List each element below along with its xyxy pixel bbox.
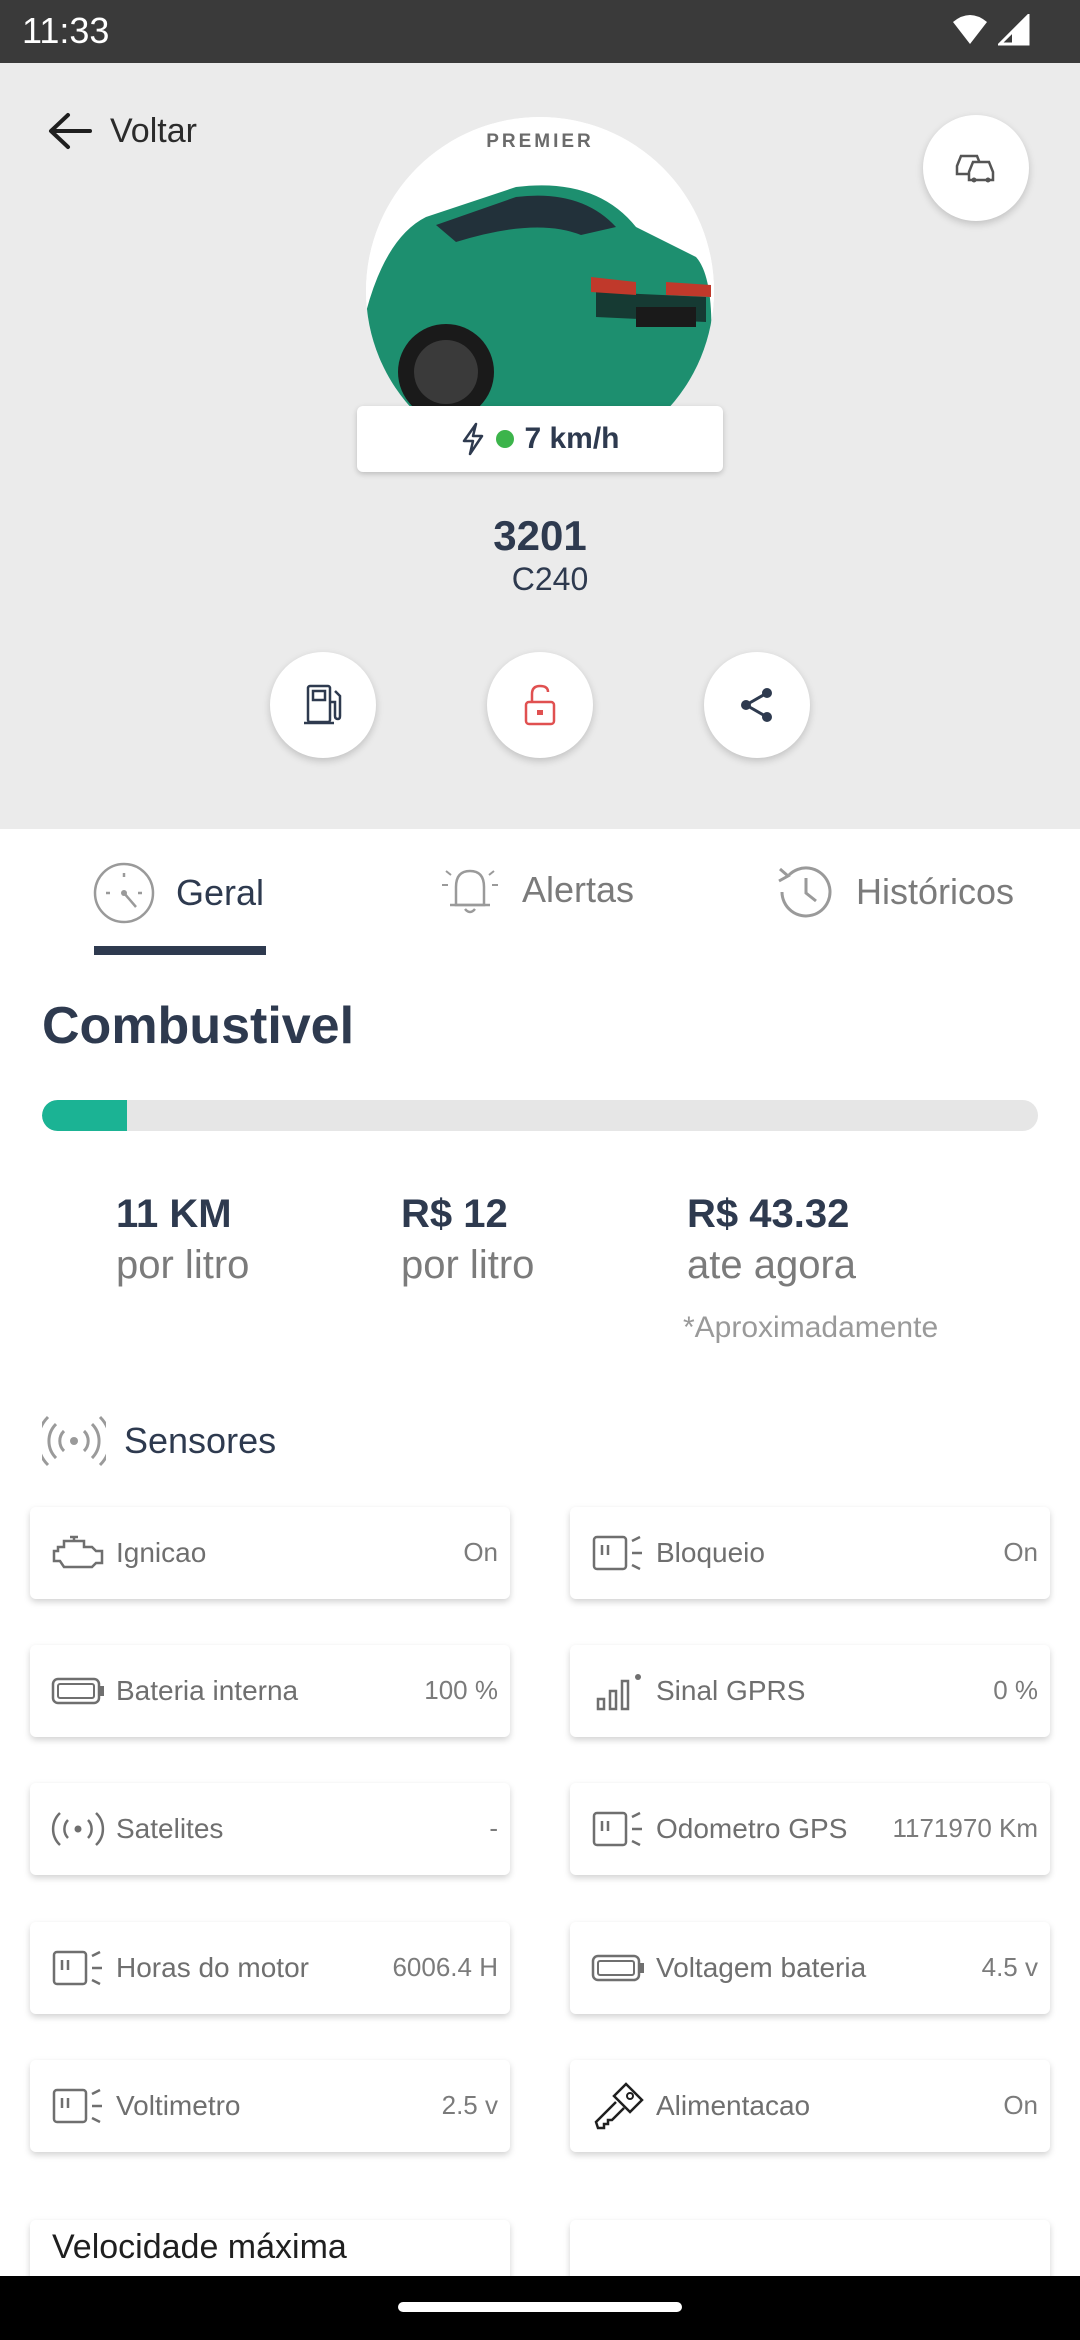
sensor-label: Satelites [116, 1813, 224, 1844]
satellite-icon [50, 1807, 106, 1851]
sensor-card-bloqueio[interactable]: Bloqueio On [570, 1507, 1050, 1599]
share-icon [741, 688, 772, 722]
sensor-label: Odometro GPS [656, 1813, 848, 1844]
stat-value: 11 KM [116, 1192, 232, 1236]
signal-bars-icon [590, 1669, 646, 1713]
fuel-level-bar [42, 1100, 1038, 1131]
unlock-button[interactable] [487, 652, 593, 758]
fleet-button[interactable] [923, 115, 1029, 221]
sensor-value: 0 % [993, 1675, 1038, 1705]
brand-logo-text: PREMIER [486, 131, 594, 152]
gauge-icon [93, 862, 155, 924]
sensor-value: 6006.4 H [392, 1952, 498, 1982]
broadcast-icon [42, 1415, 106, 1467]
sensor-card-satelites[interactable]: Satelites - [30, 1783, 510, 1875]
headlight-icon [590, 1807, 646, 1851]
sensor-label: Alimentacao [656, 2090, 811, 2121]
history-icon [778, 866, 832, 918]
sensor-value: 2.5 v [441, 2090, 498, 2120]
headlight-icon [590, 1531, 646, 1575]
max-speed-title: Velocidade máxima [52, 2228, 347, 2266]
sensor-value: - [489, 1813, 498, 1843]
arrow-left-icon [49, 113, 92, 149]
tab-geral[interactable]: Geral [92, 861, 264, 925]
stat-label: por litro [116, 1243, 250, 1287]
battery-icon [590, 1946, 646, 1990]
stat-km-per-liter: 11 KM por litro [116, 1192, 249, 1288]
sensor-card-voltimetro[interactable]: Voltimetro 2.5 v [30, 2060, 510, 2152]
back-label: Voltar [110, 111, 197, 150]
sensor-card-odometro-gps[interactable]: Odometro GPS 1171970 Km [570, 1783, 1050, 1875]
tab-historicos[interactable]: Históricos [772, 861, 1014, 923]
sensor-card-sinal-gprs[interactable]: Sinal GPRS 0 % [570, 1645, 1050, 1737]
sensor-label: Horas do motor [116, 1952, 309, 1983]
unlock-icon [524, 684, 556, 726]
sensors-header: Sensores [42, 1415, 276, 1467]
sensor-value: 4.5 v [981, 1952, 1038, 1982]
fuel-pump-icon [304, 684, 342, 725]
status-time: 11:33 [22, 10, 110, 51]
speed-value: 7 km/h [524, 422, 620, 455]
tab-alertas[interactable]: Alertas [438, 861, 634, 919]
online-status-dot [496, 430, 515, 448]
stat-value: R$ 12 [401, 1192, 508, 1236]
stat-label: ate agora [687, 1243, 857, 1287]
sensor-label: Ignicao [116, 1537, 207, 1568]
fuel-level-fill [42, 1100, 127, 1131]
sensor-label: Voltagem bateria [656, 1952, 867, 1983]
sensor-card-ignicao[interactable]: Ignicao On [30, 1507, 510, 1599]
tab-alertas-label: Alertas [522, 869, 635, 910]
sensor-label: Bloqueio [656, 1537, 765, 1568]
status-bar: 11:33 [0, 0, 1080, 63]
battery-icon [50, 1669, 106, 1713]
sensor-value: On [463, 1537, 498, 1567]
sensor-card-voltagem-bateria[interactable]: Voltagem bateria 4.5 v [570, 1922, 1050, 2014]
tab-geral-label: Geral [176, 872, 265, 913]
stat-label: por litro [401, 1243, 535, 1287]
sensor-card-alimentacao[interactable]: Alimentacao On [570, 2060, 1050, 2152]
stat-total-cost: R$ 43.32 ate agora [687, 1192, 856, 1288]
bell-icon [442, 869, 498, 914]
status-icons [952, 14, 1030, 46]
sensor-value: 100 % [424, 1675, 498, 1705]
sensor-card-bateria-interna[interactable]: Bateria interna 100 % [30, 1645, 510, 1737]
share-button[interactable] [704, 652, 810, 758]
wifi-icon [953, 15, 987, 44]
fuel-title: Combustivel [42, 997, 355, 1055]
sensor-value: On [1003, 1537, 1038, 1567]
sensor-label: Bateria interna [116, 1675, 299, 1706]
lightning-icon [463, 422, 484, 456]
speed-indicator: 7 km/h [357, 406, 723, 472]
home-gesture-handle[interactable] [398, 2302, 682, 2312]
active-tab-indicator [94, 946, 266, 955]
sensors-title: Sensores [124, 1420, 277, 1461]
vehicle-model: C240 [511, 561, 589, 597]
tab-historicos-label: Históricos [856, 871, 1015, 912]
fuel-button[interactable] [270, 652, 376, 758]
sensor-value: 1171970 Km [892, 1813, 1038, 1843]
stat-value: R$ 43.32 [687, 1192, 850, 1236]
cell-signal-icon [998, 14, 1030, 46]
key-icon [590, 2082, 646, 2130]
tab-bar: Geral Alertas Históricos [0, 829, 1080, 957]
engine-icon [50, 1531, 106, 1575]
cars-icon [955, 154, 995, 183]
sensor-label: Sinal GPRS [656, 1675, 806, 1706]
approximation-note: *Aproximadamente [683, 1311, 939, 1344]
back-button[interactable]: Voltar [46, 111, 197, 151]
sensor-card-horas-do-motor[interactable]: Horas do motor 6006.4 H [30, 1922, 510, 2014]
vehicle-header: Voltar PREMIER 7 km/h 3201 C240 [0, 63, 1080, 829]
headlight-icon [50, 1946, 106, 1990]
headlight-icon [50, 2084, 106, 2128]
vehicle-id: 3201 [493, 512, 587, 559]
stat-price-per-liter: R$ 12 por litro [401, 1192, 534, 1288]
sensor-value: On [1003, 2090, 1038, 2120]
sensor-label: Voltimetro [116, 2090, 241, 2121]
system-nav-bar [0, 2276, 1080, 2340]
